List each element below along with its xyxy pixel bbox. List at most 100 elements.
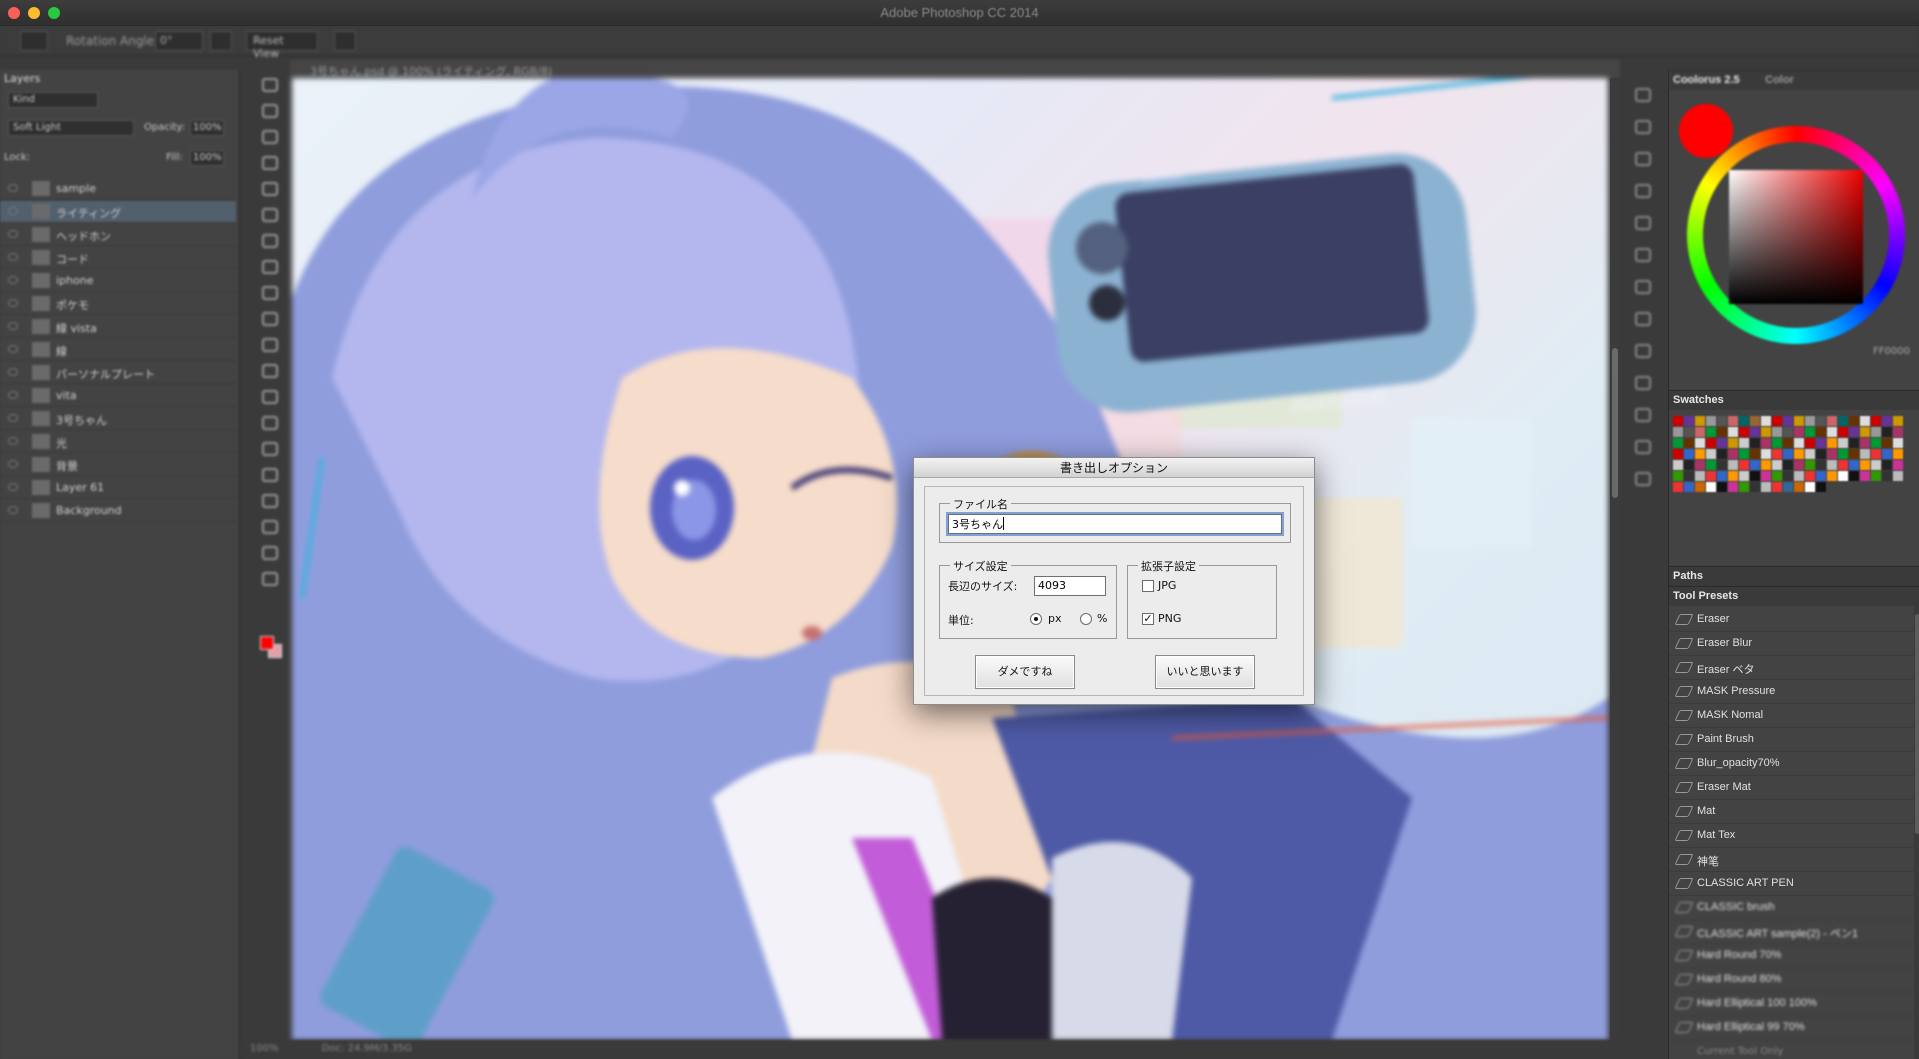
color-swatch[interactable] [1838, 416, 1848, 426]
color-swatch[interactable] [1695, 438, 1705, 448]
color-swatch[interactable] [1717, 449, 1727, 459]
clone-source-icon[interactable] [1635, 248, 1651, 262]
color-swatch[interactable] [1750, 438, 1760, 448]
color-swatch[interactable] [1761, 438, 1771, 448]
visibility-eye-icon[interactable] [8, 345, 18, 353]
crop-tool-icon[interactable] [262, 182, 278, 196]
color-swatch[interactable] [1695, 416, 1705, 426]
tool-preset-item[interactable]: Eraser ベタ [1669, 656, 1914, 680]
layer-row[interactable]: 背景 [0, 454, 236, 476]
color-swatch[interactable] [1706, 438, 1716, 448]
color-swatch[interactable] [1860, 449, 1870, 459]
color-swatch[interactable] [1684, 427, 1694, 437]
tool-preset-item[interactable]: MASK Nomal [1669, 704, 1914, 728]
type-tool-icon[interactable] [262, 468, 278, 482]
color-swatch[interactable] [1673, 482, 1683, 492]
foreground-color-swatch[interactable] [1679, 104, 1733, 158]
visibility-eye-icon[interactable] [8, 299, 18, 307]
long-side-size-input[interactable]: 4093 [1034, 576, 1106, 596]
color-swatch[interactable] [1783, 416, 1793, 426]
color-swatch[interactable] [1750, 427, 1760, 437]
glyphs-icon[interactable] [1635, 408, 1651, 422]
color-swatch[interactable] [1816, 427, 1826, 437]
color-swatch[interactable] [1673, 438, 1683, 448]
color-swatch[interactable] [1871, 427, 1881, 437]
color-swatch[interactable] [1838, 427, 1848, 437]
color-swatch[interactable] [1871, 460, 1881, 470]
color-swatch[interactable] [1673, 427, 1683, 437]
line-tool-icon[interactable] [262, 520, 278, 534]
color-swatch[interactable] [1706, 427, 1716, 437]
color-swatch[interactable] [1805, 427, 1815, 437]
color-swatch[interactable] [1728, 460, 1738, 470]
color-swatch[interactable] [1805, 438, 1815, 448]
color-swatch[interactable] [1706, 416, 1716, 426]
layer-row[interactable]: 線 [0, 339, 236, 361]
hand-tool-icon[interactable] [262, 546, 278, 560]
visibility-eye-icon[interactable] [8, 253, 18, 261]
color-tab[interactable]: Color [1765, 74, 1794, 86]
path-select-icon[interactable] [262, 494, 278, 508]
color-swatch[interactable] [1717, 482, 1727, 492]
brush-tool-icon[interactable] [262, 260, 278, 274]
color-swatch[interactable] [1684, 471, 1694, 481]
move-tool-icon[interactable] [262, 78, 278, 92]
color-swatch[interactable] [1827, 438, 1837, 448]
color-swatch[interactable] [1849, 460, 1859, 470]
color-swatch[interactable] [1684, 416, 1694, 426]
color-swatch[interactable] [1761, 416, 1771, 426]
color-swatch[interactable] [1750, 460, 1760, 470]
paths-title[interactable]: Paths [1673, 570, 1703, 582]
saturation-value-square[interactable] [1729, 170, 1863, 304]
tool-preset-item[interactable]: Hard Round 80% [1669, 968, 1914, 992]
color-swatch[interactable] [1695, 427, 1705, 437]
visibility-eye-icon[interactable] [8, 184, 18, 192]
color-swatch[interactable] [1684, 438, 1694, 448]
document-tab[interactable]: 3号ちゃん.psd @ 100% (ライティング, RGB/8) [290, 60, 1620, 78]
color-swatch[interactable] [1717, 427, 1727, 437]
filename-input[interactable]: 3号ちゃん [946, 512, 1284, 536]
color-swatch[interactable] [1695, 482, 1705, 492]
ok-button[interactable]: いいと思います [1155, 655, 1255, 689]
color-swatch[interactable] [1816, 482, 1826, 492]
color-swatch[interactable] [1772, 416, 1782, 426]
brush-presets-icon[interactable] [1635, 216, 1651, 230]
color-swatch[interactable] [1827, 449, 1837, 459]
color-swatch[interactable] [1750, 449, 1760, 459]
zoom-tool-icon[interactable] [262, 572, 278, 586]
color-swatch[interactable] [1739, 449, 1749, 459]
color-swatch[interactable] [1695, 460, 1705, 470]
color-swatch[interactable] [1750, 482, 1760, 492]
paragraph-icon[interactable] [1635, 344, 1651, 358]
color-swatch[interactable] [1860, 438, 1870, 448]
color-swatch[interactable] [1838, 471, 1848, 481]
color-swatch[interactable] [1739, 427, 1749, 437]
visibility-eye-icon[interactable] [8, 276, 18, 284]
blend-mode-select[interactable]: Soft Light [8, 120, 134, 136]
visibility-eye-icon[interactable] [8, 437, 18, 445]
tool-preset-item[interactable]: Mat [1669, 800, 1914, 824]
hex-value[interactable]: FF0000 [1873, 346, 1910, 357]
color-swatch[interactable] [1794, 460, 1804, 470]
cancel-button[interactable]: ダメですね [975, 655, 1075, 689]
unit-px-radio[interactable] [1030, 613, 1042, 625]
color-swatch[interactable] [1695, 471, 1705, 481]
visibility-eye-icon[interactable] [8, 207, 18, 215]
color-swatch[interactable] [1805, 449, 1815, 459]
foreground-color-icon[interactable] [260, 636, 274, 650]
color-swatch[interactable] [1728, 449, 1738, 459]
rotate-all-windows-icon[interactable] [334, 31, 356, 51]
layers-tab[interactable]: Layers [4, 72, 40, 85]
info-icon[interactable] [1635, 120, 1651, 134]
color-swatch[interactable] [1783, 449, 1793, 459]
visibility-eye-icon[interactable] [8, 322, 18, 330]
color-swatch[interactable] [1849, 427, 1859, 437]
eyedropper-tool-icon[interactable] [262, 208, 278, 222]
color-swatch[interactable] [1849, 438, 1859, 448]
color-swatch[interactable] [1827, 460, 1837, 470]
color-swatch[interactable] [1827, 471, 1837, 481]
layer-row[interactable]: 3号ちゃん [0, 408, 236, 430]
tool-preset-item[interactable]: MASK Pressure [1669, 680, 1914, 704]
color-swatch[interactable] [1805, 482, 1815, 492]
color-swatch[interactable] [1838, 460, 1848, 470]
